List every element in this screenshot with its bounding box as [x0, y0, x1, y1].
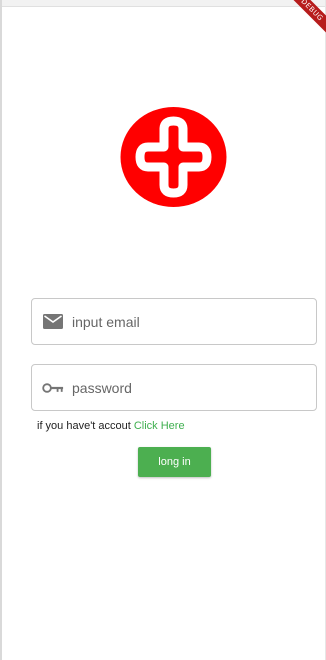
password-input[interactable] [72, 365, 306, 410]
signup-prompt-line: if you have't accout Click Here [37, 420, 185, 432]
login-button[interactable]: long in [138, 447, 211, 477]
email-field[interactable] [31, 298, 317, 345]
red-cross-logo-icon [120, 107, 227, 207]
email-input[interactable] [72, 299, 306, 344]
key-icon [42, 377, 64, 399]
mail-icon [42, 311, 64, 333]
password-field[interactable] [31, 364, 317, 411]
top-edge [2, 0, 325, 7]
login-screen: DEBUG if you have't accoutClick Here [0, 0, 326, 660]
signup-prompt-text: if you have't accout [37, 420, 131, 432]
signup-link[interactable]: Click Here [134, 420, 185, 432]
